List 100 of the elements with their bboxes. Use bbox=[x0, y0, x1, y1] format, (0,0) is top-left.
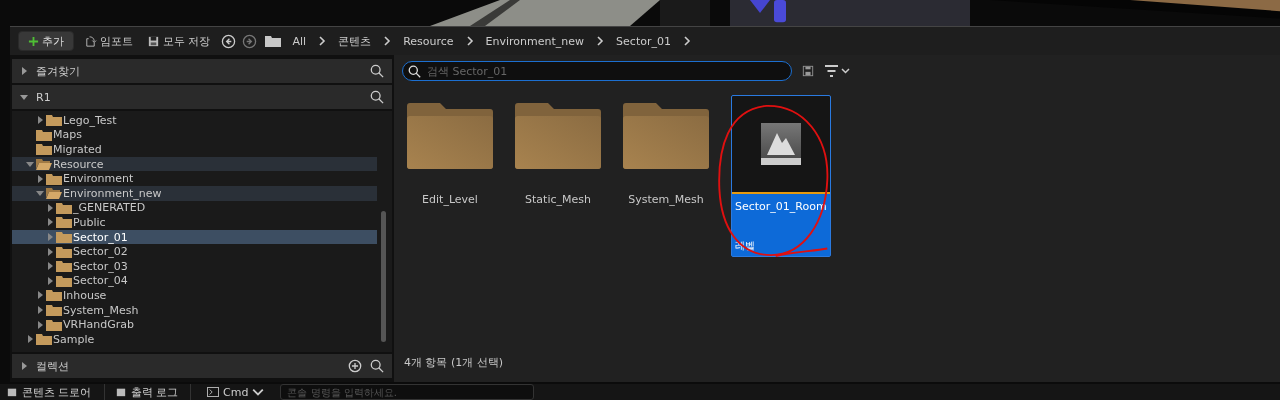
folder-icon[interactable] bbox=[264, 35, 281, 47]
tree-item[interactable]: Resource bbox=[12, 156, 377, 172]
tree-item-label: Sample bbox=[53, 332, 95, 346]
open-folder-icon bbox=[46, 187, 62, 200]
back-icon[interactable] bbox=[220, 33, 236, 49]
console-input[interactable]: 콘솔 명령을 입력하세요. bbox=[280, 384, 535, 400]
import-icon bbox=[84, 34, 97, 48]
tree-item[interactable]: _GENERATED bbox=[12, 200, 377, 216]
expand-arrow-icon[interactable] bbox=[36, 116, 44, 125]
cmd-button[interactable]: Cmd bbox=[201, 384, 271, 400]
folder-tile[interactable]: Edit_Level bbox=[407, 95, 493, 206]
add-button[interactable]: 추가 bbox=[18, 31, 74, 51]
tree-item-label: Resource bbox=[53, 157, 104, 171]
bottom-tab[interactable]: 출력 로그 bbox=[114, 384, 191, 400]
breadcrumb[interactable]: 콘텐츠 bbox=[332, 33, 378, 49]
folder-icon bbox=[56, 231, 72, 244]
folder-icon bbox=[46, 318, 62, 331]
expand-arrow-icon[interactable] bbox=[36, 320, 44, 329]
expand-arrow-icon[interactable] bbox=[36, 174, 44, 183]
open-folder-icon bbox=[36, 158, 52, 171]
folder-tile[interactable]: System_Mesh bbox=[623, 95, 709, 206]
tree-item[interactable]: Sector_01 bbox=[12, 229, 377, 245]
scrollbar-thumb[interactable] bbox=[381, 211, 386, 342]
expand-arrow-icon[interactable] bbox=[46, 247, 54, 256]
project-header[interactable]: R1 bbox=[12, 85, 392, 109]
folder-icon bbox=[515, 103, 601, 169]
tree-item[interactable]: Sector_04 bbox=[12, 273, 377, 289]
tree-item-label: Lego_Test bbox=[63, 113, 117, 127]
tree-item-label: Environment bbox=[63, 172, 134, 186]
tree-item-label: Maps bbox=[53, 128, 82, 142]
tree-item[interactable]: Inhouse bbox=[12, 288, 377, 303]
chevron-icon[interactable] bbox=[383, 35, 392, 47]
tree-item[interactable]: Lego_Test bbox=[12, 113, 377, 128]
item-count: 4개 항목 (1개 선택) bbox=[403, 355, 505, 371]
search-icon[interactable] bbox=[370, 359, 384, 373]
folder-tile[interactable]: Static_Mesh bbox=[515, 95, 601, 206]
chevron-icon[interactable] bbox=[596, 35, 605, 47]
bottom-tab[interactable]: 콘텐츠 드로어 bbox=[6, 384, 105, 400]
tree-item[interactable]: Maps bbox=[12, 127, 377, 143]
expand-arrow-icon[interactable] bbox=[20, 67, 28, 75]
folder-name: Edit_Level bbox=[422, 193, 478, 206]
search-icon bbox=[408, 65, 421, 78]
tree-item-label: Sector_03 bbox=[73, 259, 128, 273]
tab-icon bbox=[6, 387, 18, 397]
tree-item-label: Environment_new bbox=[63, 186, 162, 200]
folder-icon bbox=[407, 103, 493, 169]
add-icon[interactable] bbox=[348, 359, 362, 373]
tab-icon bbox=[114, 387, 127, 397]
section-title: R1 bbox=[36, 90, 52, 104]
expand-arrow-icon[interactable] bbox=[46, 203, 54, 212]
section-title: 즐겨찾기 bbox=[36, 63, 81, 79]
tree-item-label: System_Mesh bbox=[63, 303, 139, 317]
tree-item[interactable]: Public bbox=[12, 215, 377, 230]
folder-icon bbox=[36, 333, 52, 346]
breadcrumb[interactable]: All bbox=[286, 34, 313, 48]
level-icon bbox=[761, 123, 801, 165]
save-icon bbox=[147, 34, 160, 48]
expand-arrow-icon[interactable] bbox=[36, 291, 44, 300]
folder-icon bbox=[46, 114, 62, 127]
chevron-icon[interactable] bbox=[465, 35, 474, 47]
breadcrumb[interactable]: Resource bbox=[397, 34, 460, 48]
save-icon[interactable] bbox=[802, 65, 814, 77]
expand-arrow-icon[interactable] bbox=[26, 160, 34, 169]
chevron-icon[interactable] bbox=[682, 35, 691, 47]
import-button[interactable]: 임포트 bbox=[80, 33, 137, 49]
folder-icon bbox=[56, 260, 72, 273]
folder-name: System_Mesh bbox=[628, 193, 704, 206]
expand-arrow-icon[interactable] bbox=[36, 189, 44, 198]
search-icon[interactable] bbox=[370, 64, 384, 78]
tree-item-label: Sector_02 bbox=[73, 245, 128, 259]
save-all-button[interactable]: 모두 저장 bbox=[143, 33, 215, 49]
expand-arrow-icon[interactable] bbox=[46, 276, 54, 285]
filter-icon[interactable] bbox=[824, 64, 850, 78]
expand-arrow-icon[interactable] bbox=[36, 306, 44, 314]
collections-header[interactable]: 컬렉션 bbox=[12, 354, 392, 378]
expand-arrow-icon[interactable] bbox=[20, 362, 28, 370]
folder-icon bbox=[46, 289, 62, 302]
caret-icon bbox=[252, 387, 265, 397]
tree-item[interactable]: Sector_03 bbox=[12, 258, 377, 274]
tree-item[interactable]: Sector_02 bbox=[12, 244, 377, 259]
tree-item[interactable]: Sample bbox=[12, 331, 377, 347]
expand-arrow-icon[interactable] bbox=[46, 218, 54, 227]
forward-icon[interactable] bbox=[241, 33, 257, 49]
tree-item[interactable]: Migrated bbox=[12, 142, 377, 157]
expand-arrow-icon[interactable] bbox=[26, 335, 34, 344]
breadcrumb[interactable]: Sector_01 bbox=[610, 34, 677, 48]
expand-arrow-icon[interactable] bbox=[20, 93, 28, 101]
breadcrumb[interactable]: Environment_new bbox=[479, 34, 591, 48]
search-field[interactable]: 검색 Sector_01 bbox=[402, 61, 792, 81]
favorites-header[interactable]: 즐겨찾기 bbox=[12, 59, 392, 83]
tree-item[interactable]: VRHandGrab bbox=[12, 317, 377, 332]
tree-item-label: VRHandGrab bbox=[63, 318, 134, 332]
chevron-icon[interactable] bbox=[318, 35, 327, 47]
section-title: 컬렉션 bbox=[36, 358, 70, 374]
tree-item[interactable]: System_Mesh bbox=[12, 302, 377, 318]
tree-item-label: Migrated bbox=[53, 143, 102, 156]
tree-item[interactable]: Environment bbox=[12, 171, 377, 186]
search-icon[interactable] bbox=[370, 90, 384, 104]
tree-item[interactable]: Environment_new bbox=[12, 185, 377, 201]
expand-arrow-icon[interactable] bbox=[46, 262, 54, 271]
